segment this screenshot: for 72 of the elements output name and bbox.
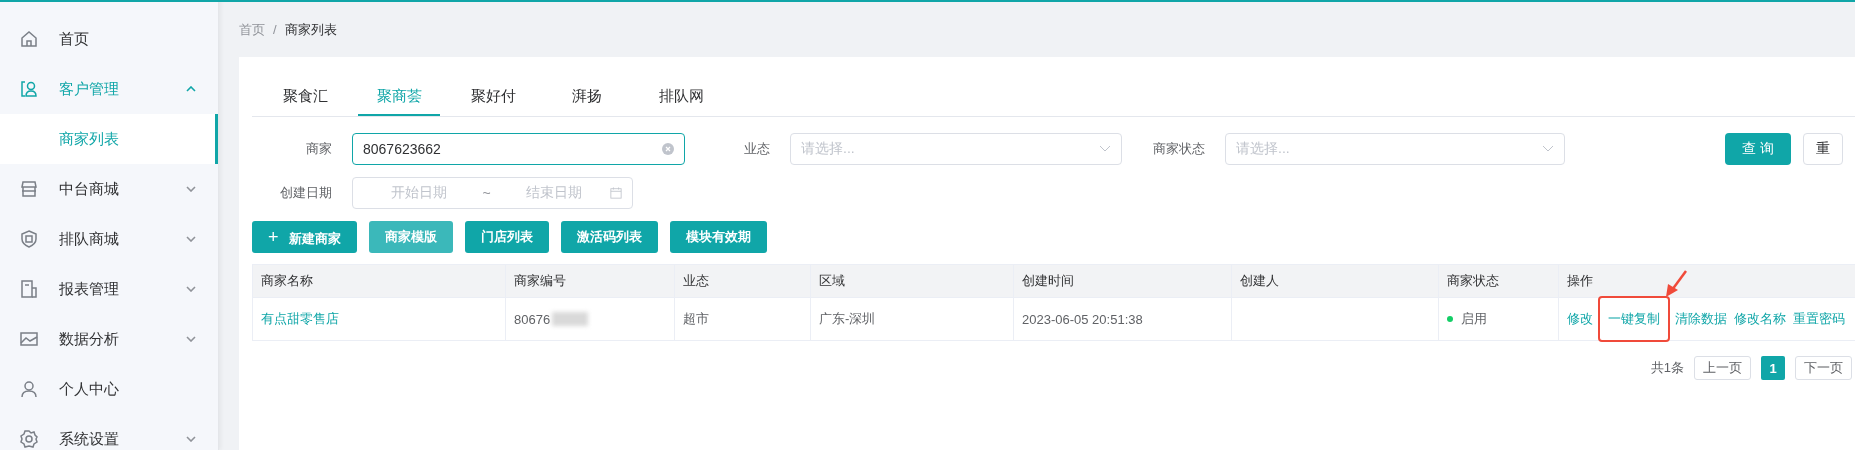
breadcrumb-item: 商家列表	[284, 20, 337, 39]
column-header: 商家状态	[1447, 272, 1499, 290]
operation-link[interactable]: 一键复制	[1600, 298, 1668, 340]
clear-icon[interactable]	[662, 143, 674, 155]
tab[interactable]: 聚商荟	[358, 77, 440, 116]
chart-icon	[19, 329, 39, 349]
sidebar-item[interactable]: 排队商城	[0, 214, 218, 264]
table-cell: 2023-06-05 20:51:38	[1022, 311, 1143, 327]
operation-link[interactable]: 重置密码	[1793, 310, 1845, 328]
table-cell: 80676	[514, 311, 551, 327]
column-header: 创建人	[1240, 272, 1279, 290]
action-button[interactable]: 激活码列表	[560, 221, 658, 253]
previous-page-button[interactable]: 上一页	[1694, 356, 1751, 380]
next-page-button[interactable]: 下一页	[1795, 356, 1852, 380]
tab[interactable]: 排队网	[640, 77, 722, 116]
chevron-down-icon	[186, 436, 196, 442]
sidebar-item[interactable]: 数据分析	[0, 314, 218, 364]
table-cell: 超市	[683, 310, 709, 328]
column-header: 商家名称	[261, 272, 313, 290]
merchant-input[interactable]: 8067623662	[352, 133, 685, 165]
sidebar-item[interactable]: 客户管理	[0, 64, 218, 114]
column-header: 区域	[819, 272, 845, 290]
field-label: 商家状态	[1152, 140, 1205, 158]
business-select[interactable]: 请选择...	[790, 133, 1122, 165]
sidebar-item[interactable]: 中台商城	[0, 164, 218, 214]
status-select[interactable]: 请选择...	[1225, 133, 1565, 165]
sidebar-item[interactable]: 首页	[0, 14, 218, 64]
annotation-arrow	[1664, 270, 1688, 298]
field-label: 创建日期	[279, 184, 332, 202]
status-text: 启用	[1461, 310, 1487, 328]
chevron-down-icon	[186, 336, 196, 342]
calendar-icon	[610, 187, 622, 199]
add-button[interactable]: + 新建商家	[252, 221, 357, 253]
action-button[interactable]: 模块有效期	[669, 221, 767, 253]
column-header: 业态	[683, 272, 709, 290]
home-icon	[19, 29, 39, 49]
action-button[interactable]: 商家模版	[368, 221, 453, 253]
document-icon	[19, 279, 39, 299]
reset-button[interactable]: 重	[1803, 133, 1843, 165]
chevron-up-icon	[186, 86, 196, 92]
sidebar-item[interactable]: 系统设置	[0, 414, 218, 450]
field-label: 商家	[305, 140, 332, 158]
tab[interactable]: 聚好付	[452, 77, 534, 116]
sidebar-item[interactable]: 报表管理	[0, 264, 218, 314]
settings-icon	[19, 429, 39, 449]
tab[interactable]: 湃扬	[546, 77, 628, 116]
column-header: 创建时间	[1022, 272, 1074, 290]
store-icon	[19, 179, 39, 199]
person-icon	[19, 379, 39, 399]
operation-link[interactable]: 修改名称	[1734, 310, 1786, 328]
total-count: 共1条	[1650, 359, 1684, 377]
table-cell: 广东-深圳	[819, 310, 876, 328]
operation-link[interactable]: 修改	[1567, 310, 1593, 328]
date-range-input[interactable]: 开始日期 ~ 结束日期	[352, 177, 633, 209]
shield-icon	[19, 229, 39, 249]
merchant-name-link[interactable]: 有点甜零售店	[261, 310, 339, 328]
column-header: 商家编号	[514, 272, 566, 290]
tab[interactable]: 聚食汇	[264, 77, 346, 116]
chevron-down-icon	[186, 236, 196, 242]
sidebar-item[interactable]: 个人中心	[0, 364, 218, 414]
people-icon	[19, 79, 39, 99]
field-label: 业态	[743, 140, 770, 158]
query-button[interactable]: 查 询	[1725, 133, 1791, 165]
chevron-down-icon	[186, 186, 196, 192]
breadcrumb-separator: /	[273, 22, 277, 37]
page-button[interactable]: 1	[1761, 356, 1785, 380]
action-button[interactable]: 门店列表	[464, 221, 549, 253]
sidebar-subitem[interactable]: 商家列表	[0, 114, 218, 164]
chevron-down-icon	[186, 286, 196, 292]
breadcrumb-item[interactable]: 首页	[239, 20, 265, 39]
operation-link[interactable]: 清除数据	[1675, 310, 1727, 328]
column-header: 操作	[1567, 272, 1593, 290]
